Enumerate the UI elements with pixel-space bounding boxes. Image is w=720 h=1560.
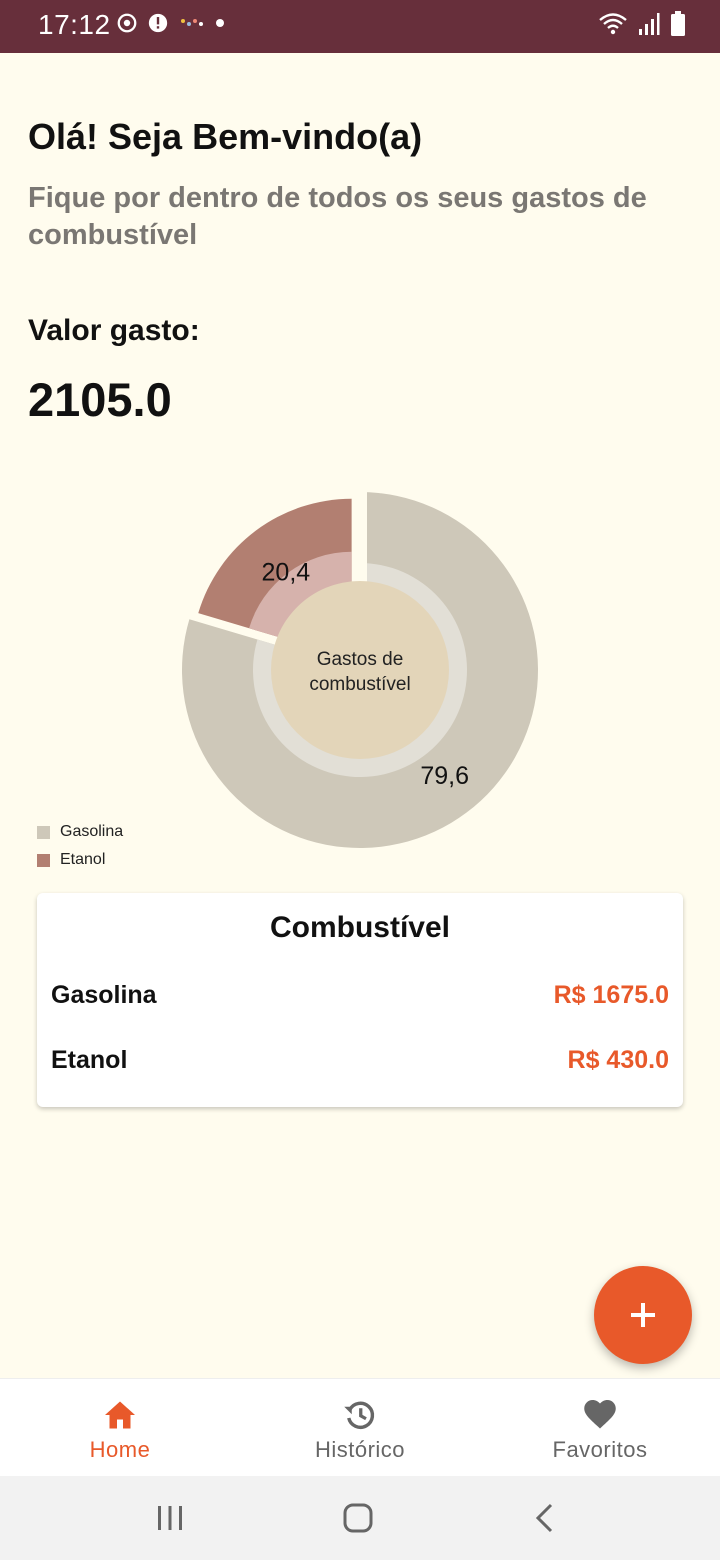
- pie-value-label-etanol: 20,4: [262, 559, 311, 587]
- app-notification-icon: [181, 19, 203, 26]
- home-system-icon[interactable]: [338, 1498, 378, 1538]
- status-notification-icons: [116, 12, 225, 34]
- fuel-spending-pie-chart: 79,6 20,4 Gastos de combustível: [181, 485, 538, 848]
- legend-label-gasolina: Gasolina: [60, 823, 124, 840]
- status-time: 17:12: [38, 9, 111, 40]
- legend-label-etanol: Etanol: [60, 851, 106, 868]
- plus-icon: [631, 1303, 655, 1327]
- bottom-navigation: Home Histórico Favoritos: [0, 1378, 720, 1477]
- alert-icon: [148, 13, 168, 33]
- chart-legend: Gasolina Etanol: [37, 818, 123, 874]
- legend-item-gasolina: Gasolina: [37, 818, 123, 846]
- spent-total-value: 2105.0: [28, 373, 172, 426]
- heart-icon: [584, 1400, 616, 1429]
- chart-center-label-line-2: combustível: [309, 674, 410, 695]
- fuel-row-gasolina: Gasolina R$ 1675.0: [51, 981, 669, 1010]
- legend-swatch-gasolina: [37, 825, 50, 839]
- wifi-icon: [599, 13, 627, 35]
- fuel-row-etanol: Etanol R$ 430.0: [51, 1046, 669, 1075]
- nav-label-history: Histórico: [314, 1437, 406, 1462]
- nav-item-home[interactable]: Home: [0, 1379, 240, 1477]
- battery-icon: [671, 11, 685, 36]
- recent-apps-icon[interactable]: [150, 1498, 190, 1538]
- fuel-amount: R$ 430.0: [567, 1046, 669, 1074]
- nav-item-history[interactable]: Histórico: [240, 1379, 480, 1477]
- greeting-title: Olá! Seja Bem-vindo(a): [28, 116, 423, 157]
- signal-icon: [639, 13, 660, 35]
- sync-icon: [117, 13, 137, 33]
- status-system-icons: [598, 11, 686, 37]
- add-expense-button[interactable]: [594, 1266, 692, 1364]
- chart-center-circle: [271, 581, 449, 759]
- back-icon[interactable]: [526, 1498, 566, 1538]
- nav-label-favorites: Favoritos: [552, 1437, 648, 1462]
- pie-value-label-gasolina: 79,6: [420, 762, 469, 790]
- fuel-name: Gasolina: [51, 981, 157, 1009]
- system-navigation-bar: [0, 1476, 720, 1560]
- history-icon: [344, 1401, 375, 1430]
- home-icon: [105, 1401, 135, 1429]
- chart-center-label-line-1: Gastos de: [317, 649, 404, 670]
- nav-item-favorites[interactable]: Favoritos: [480, 1379, 720, 1477]
- spent-label: Valor gasto:: [28, 314, 200, 347]
- fuel-name: Etanol: [51, 1046, 128, 1074]
- legend-swatch-etanol: [37, 853, 50, 867]
- legend-item-etanol: Etanol: [37, 846, 123, 874]
- status-bar: 17:12: [0, 0, 720, 53]
- more-notifications-dot-icon: [216, 19, 224, 27]
- nav-label-home: Home: [89, 1437, 151, 1462]
- card-title: Combustível: [269, 911, 451, 944]
- greeting-subtitle: Fique por dentro de todos os seus gastos…: [28, 182, 647, 251]
- fuel-summary-card: Combustível Gasolina R$ 1675.0 Etanol R$…: [37, 893, 683, 1107]
- fuel-amount: R$ 1675.0: [553, 981, 669, 1009]
